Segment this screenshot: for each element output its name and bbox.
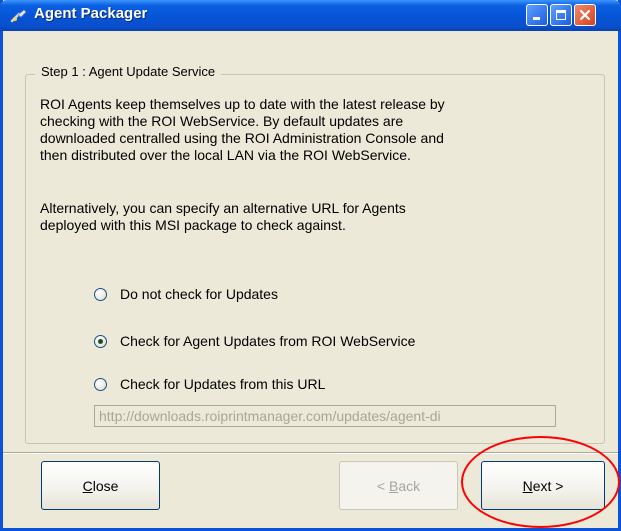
radio-label: Do not check for Updates [120,286,278,302]
next-button[interactable]: Next > [481,461,605,510]
next-button-label: ext > [532,477,564,494]
minimize-icon [533,17,540,20]
divider [3,452,618,454]
minimize-button[interactable] [526,4,548,26]
close-x-icon [579,9,591,21]
title-bar[interactable]: Agent Packager [0,0,621,31]
back-button-prefix: < [376,477,389,494]
radio-label: Check for Agent Updates from ROI WebServ… [120,333,416,349]
radio-button[interactable] [94,334,107,348]
radio-button[interactable] [94,287,107,301]
description-paragraph-1: ROI Agents keep themselves up to date wi… [40,96,445,163]
radio-no-check[interactable]: Do not check for Updates [94,284,278,304]
step-label: Step 1 : Agent Update Service [35,64,222,79]
agent-packager-icon [10,9,27,23]
radio-button[interactable] [94,377,107,391]
back-button-accel: B [388,477,399,494]
close-button[interactable]: Close [41,461,160,510]
next-button-accel: N [522,477,533,494]
maximize-button[interactable] [550,4,572,26]
update-url-input[interactable] [94,405,556,427]
close-button-label: lose [92,477,119,494]
radio-label: Check for Updates from this URL [120,376,326,392]
back-button-label: ack [398,477,421,494]
close-button-accel: C [82,477,93,494]
window-title: Agent Packager [34,5,148,22]
back-button[interactable]: < Back [339,461,458,510]
maximize-icon [556,10,566,20]
description-paragraph-2: Alternatively, you can specify an altern… [40,200,406,233]
close-window-button[interactable] [574,4,596,26]
radio-custom-url[interactable]: Check for Updates from this URL [94,374,325,394]
agent-packager-window: Agent Packager Step 1 : Agent Update Ser… [0,0,621,531]
radio-roi-webservice[interactable]: Check for Agent Updates from ROI WebServ… [94,331,415,351]
